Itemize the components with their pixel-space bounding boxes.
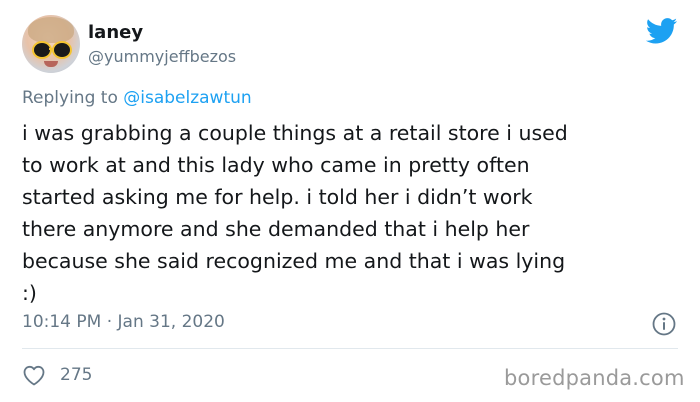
twitter-bird-icon[interactable] xyxy=(646,18,678,44)
avatar[interactable] xyxy=(22,15,80,73)
avatar-glasses-right xyxy=(54,43,70,57)
tweet-timestamp[interactable]: 10:14 PM · Jan 31, 2020 xyxy=(22,312,225,332)
watermark: boredpanda.com xyxy=(504,366,685,390)
heart-icon[interactable] xyxy=(22,364,46,386)
reply-mention-link[interactable]: @isabelzawtun xyxy=(123,88,251,108)
tweet-text: i was grabbing a couple things at a reta… xyxy=(22,121,568,305)
divider xyxy=(22,348,678,349)
reply-prefix: Replying to xyxy=(22,88,118,108)
author-name[interactable]: laney xyxy=(88,22,143,43)
reply-context: Replying to @isabelzawtun xyxy=(22,88,252,108)
avatar-hair xyxy=(28,17,74,43)
like-count: 275 xyxy=(60,365,93,385)
info-icon[interactable] xyxy=(652,312,676,336)
avatar-mouth xyxy=(44,61,58,67)
author-handle[interactable]: @yummyjeffbezos xyxy=(88,47,236,66)
avatar-glasses-left xyxy=(34,43,50,57)
